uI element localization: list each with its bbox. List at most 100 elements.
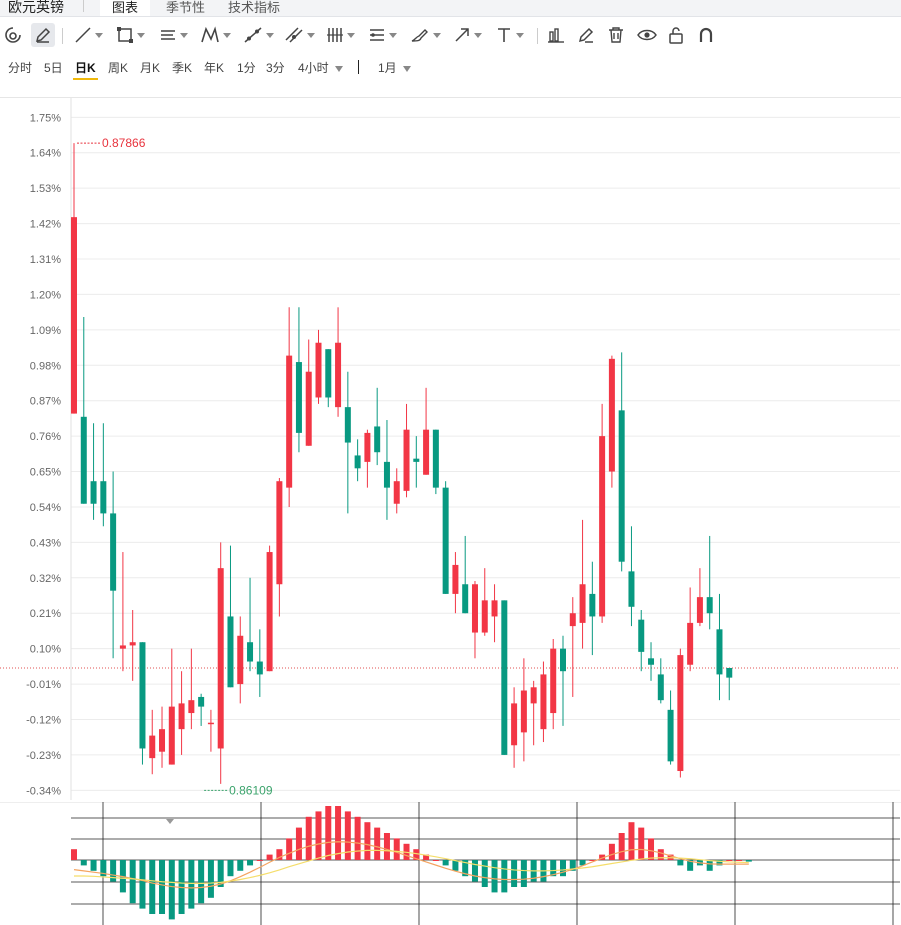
candle-body <box>149 735 156 759</box>
macd-bar <box>520 860 527 887</box>
candle-body <box>432 429 439 488</box>
macd-bar <box>266 854 273 860</box>
candle-body <box>599 436 606 617</box>
macd-bar <box>256 860 263 861</box>
pattern-icon[interactable] <box>200 23 231 47</box>
y-tick-label: 0.76% <box>30 431 61 443</box>
candle-body <box>667 709 674 762</box>
candlestick-chart[interactable]: 1.75% 1.64% 1.53% 1.42% 1.31% 1.20% 1.09% 0.98%… <box>0 98 901 800</box>
candle-body <box>159 729 166 752</box>
period-quarterly[interactable]: 季K <box>172 59 192 76</box>
candle-body <box>276 481 283 585</box>
candle-body <box>139 642 146 749</box>
trend-channel-icon[interactable] <box>243 23 274 47</box>
brush-icon[interactable] <box>410 23 441 47</box>
macd-indicator-chart[interactable]: MACD <box>0 802 901 925</box>
candle-body <box>335 342 342 408</box>
candle-body <box>227 616 234 688</box>
macd-bar <box>159 860 166 914</box>
header-divider <box>83 0 84 12</box>
macd-bar <box>648 838 655 860</box>
low-marker-label: 0.86109 <box>229 783 273 797</box>
arrow-icon[interactable] <box>453 23 482 47</box>
y-tick-label: 0.21% <box>30 608 61 620</box>
magnet-icon[interactable] <box>3 23 23 47</box>
macd-bar <box>374 827 381 860</box>
candle-body <box>726 667 733 678</box>
period-monthly[interactable]: 月K <box>140 59 160 76</box>
period-5day[interactable]: 5日 <box>44 59 63 76</box>
candle-body <box>501 600 508 755</box>
y-tick-label: 0.10% <box>30 644 61 656</box>
macd-bar <box>560 860 566 877</box>
rectangle-icon[interactable] <box>116 23 145 47</box>
macd-bar <box>618 833 625 860</box>
candle-body <box>550 648 557 714</box>
y-tick-label: 0.43% <box>30 537 61 549</box>
parallel-lines-icon[interactable] <box>368 23 397 47</box>
period-weekly[interactable]: 周K <box>108 59 128 76</box>
candle-body <box>188 700 195 714</box>
candle-body <box>589 593 596 617</box>
macd-bar <box>168 860 175 920</box>
line-icon[interactable] <box>74 23 103 47</box>
candle-body <box>423 429 430 475</box>
macd-bar <box>286 838 293 860</box>
pencil-icon[interactable] <box>31 23 55 47</box>
edit-icon[interactable] <box>577 23 595 47</box>
eye-icon[interactable] <box>637 23 657 47</box>
period-yearly[interactable]: 年K <box>204 59 224 76</box>
pair-name: 欧元英镑 <box>8 0 64 15</box>
y-tick-label: 0.65% <box>30 467 61 479</box>
candle-body <box>696 597 703 623</box>
macd-dea-line <box>74 849 749 884</box>
y-tick-label: 1.53% <box>30 183 61 195</box>
candle-body <box>540 674 547 730</box>
period-3min[interactable]: 3分 <box>266 59 285 76</box>
candle-body <box>119 645 126 649</box>
macd-bar <box>471 860 478 882</box>
macd-bar <box>90 860 97 871</box>
horizontal-lines-icon[interactable] <box>159 23 188 47</box>
y-tick-label: 0.87% <box>30 396 61 408</box>
candle-body <box>295 362 302 433</box>
macd-bar <box>677 860 684 866</box>
unlock-icon[interactable] <box>667 23 685 47</box>
bar-chart-icon[interactable] <box>547 23 565 47</box>
candle-body <box>80 416 87 504</box>
text-icon[interactable] <box>495 23 524 47</box>
period-1min[interactable]: 1分 <box>237 59 256 76</box>
period-4hour[interactable]: 4小时 <box>298 59 343 76</box>
toolbar-divider <box>537 28 538 44</box>
trash-icon[interactable] <box>607 23 625 47</box>
candle-body <box>344 407 351 443</box>
tab-chart[interactable]: 图表 <box>100 0 151 16</box>
macd-bar <box>198 860 205 904</box>
y-tick-label: 1.42% <box>30 219 61 231</box>
y-tick-label: -0.01% <box>26 679 61 691</box>
macd-bar <box>188 860 195 909</box>
y-tick-label: -0.12% <box>26 714 61 726</box>
period-4hour-label: 4小时 <box>298 61 329 75</box>
month-selector-label: 1月 <box>378 61 397 75</box>
period-selector: 分时 5日 日K 周K 月K 季K 年K 1分 3分 4小时 <box>0 54 901 80</box>
period-daily[interactable]: 日K <box>73 59 98 80</box>
month-selector[interactable]: 1月 <box>378 59 411 76</box>
magnet-u-icon[interactable] <box>697 23 715 47</box>
macd-bar <box>207 860 214 898</box>
high-marker-label: 0.87866 <box>102 136 146 150</box>
candle-body <box>178 703 185 730</box>
period-intraday[interactable]: 分时 <box>8 59 32 76</box>
candle-body <box>325 349 332 398</box>
candle-body <box>569 613 576 627</box>
vertical-lines-icon[interactable] <box>326 23 355 47</box>
candle-body <box>374 426 381 453</box>
candle-body <box>413 458 420 462</box>
fib-icon[interactable] <box>284 23 315 47</box>
tab-seasonality[interactable]: 季节性 <box>166 0 205 16</box>
y-tick-label: -0.23% <box>26 750 61 762</box>
macd-bar <box>305 816 312 860</box>
macd-bar <box>491 860 498 893</box>
candle-body <box>716 629 723 675</box>
tab-indicators[interactable]: 技术指标 <box>228 0 280 16</box>
